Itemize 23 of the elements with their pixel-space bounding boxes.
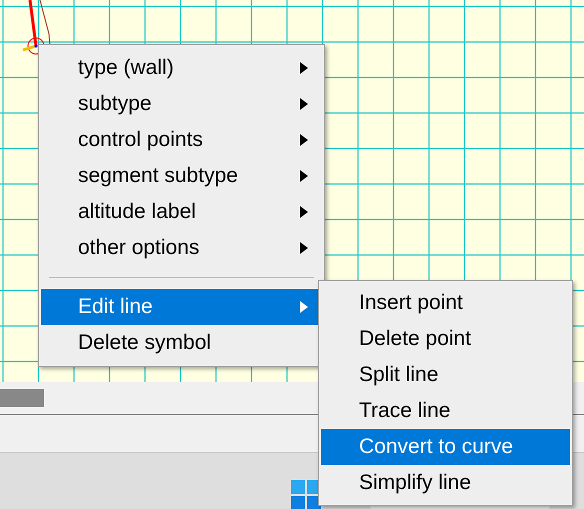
menu-item[interactable]: Delete symbol <box>41 325 322 361</box>
windows-logo-icon[interactable] <box>291 480 321 509</box>
menu-item[interactable]: control points <box>41 122 322 158</box>
menu-item[interactable]: Simplify line <box>321 465 570 501</box>
menu-item[interactable]: type (wall) <box>41 50 322 86</box>
menu-item[interactable]: Insert point <box>321 285 570 321</box>
menu-item[interactable]: Delete point <box>321 321 570 357</box>
menu-item[interactable]: Trace line <box>321 393 570 429</box>
menu-item[interactable]: other options <box>41 230 322 266</box>
menu-item[interactable]: altitude label <box>41 194 322 230</box>
submenu-arrow-icon <box>300 98 308 110</box>
menu-item[interactable]: Split line <box>321 357 570 393</box>
menu-item[interactable]: subtype <box>41 86 322 122</box>
submenu-arrow-icon <box>300 62 308 74</box>
wall-line-drawing <box>22 0 50 54</box>
submenu-arrow-icon <box>300 242 308 254</box>
submenu-arrow-icon <box>300 134 308 146</box>
submenu-arrow-icon <box>300 301 308 313</box>
scrollbar-thumb[interactable] <box>0 389 44 407</box>
menu-item[interactable]: segment subtype <box>41 158 322 194</box>
submenu-arrow-icon <box>300 170 308 182</box>
submenu-arrow-icon <box>300 206 308 218</box>
menu-item[interactable]: Convert to curve <box>321 429 570 465</box>
